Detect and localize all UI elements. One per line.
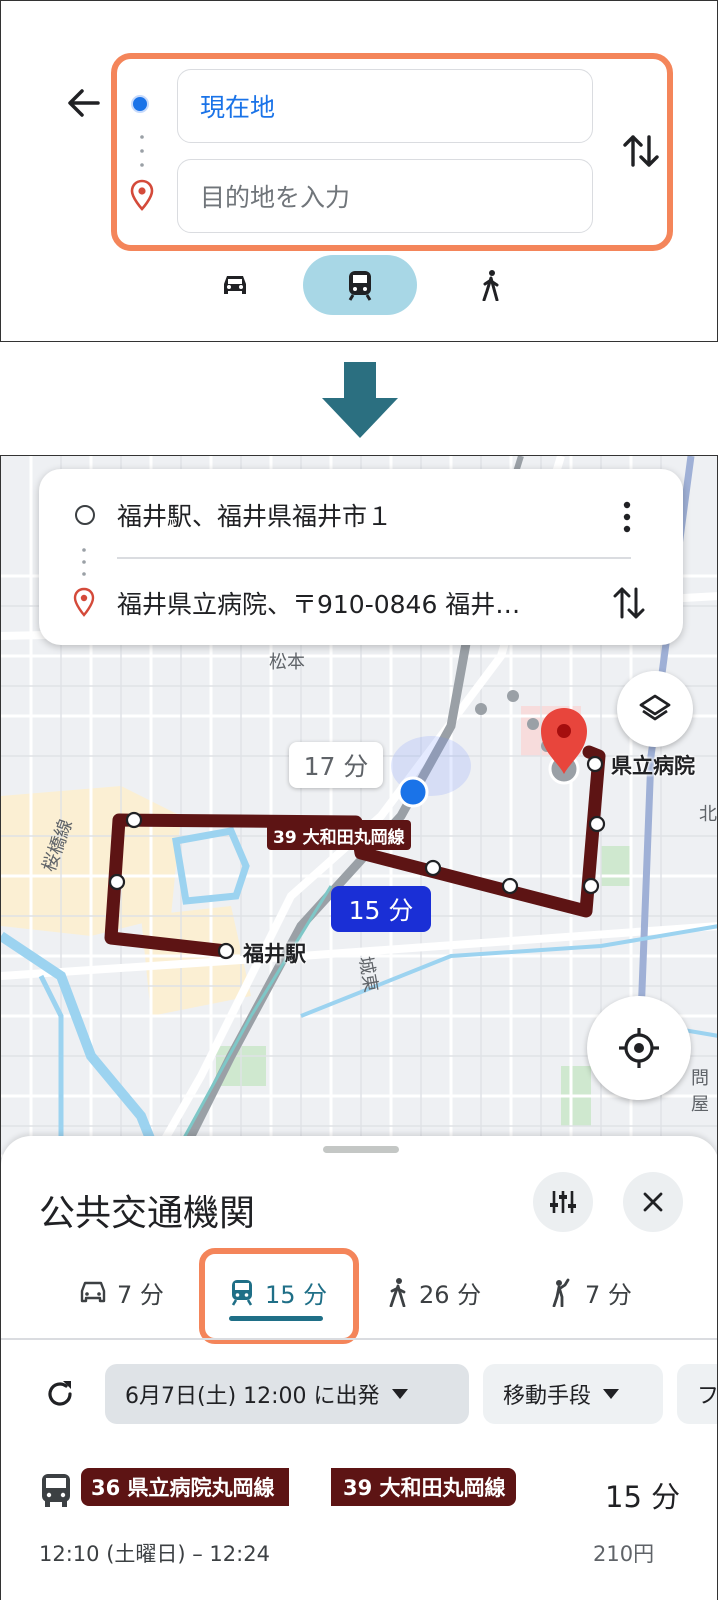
transit-result-screen: 松本 桜橋線 城東 北 問屋 県立病院 福井駅 17 分 15 分 39 大和田… [0,455,718,1600]
divider [1,1338,717,1340]
mode-walk-button[interactable] [471,265,511,305]
walk-icon [482,270,499,301]
tab-highlight-frame [199,1248,359,1344]
route-badge-map-text: 39 大和田丸岡線 [273,827,405,848]
swap-icon[interactable] [617,127,665,175]
origin-circle-icon [75,505,95,525]
swap-icon[interactable] [609,581,649,625]
train-icon [348,271,372,301]
departure-time-chip[interactable]: 6月7日(土) 12:00 に出発 [105,1364,469,1424]
route-tag-text: 36 県立病院丸岡線 [91,1476,275,1500]
mode-car-button[interactable] [213,265,257,305]
dropdown-arrow-icon [603,1389,620,1399]
origin-text[interactable]: 福井駅、福井県福井市１ [117,497,392,533]
walk-icon [389,1278,406,1307]
destination-text[interactable]: 福井県立病院、〒910-0846 福井… [117,585,520,621]
departure-time-text: 6月7日(土) 12:00 に出発 [125,1384,380,1409]
car-icon [80,1281,106,1303]
tab-ride[interactable]: 7 分 [549,1264,632,1320]
filter-options-button[interactable] [533,1172,593,1232]
stop-label-hospital: 県立病院 [611,754,695,778]
directions-input-panel: 現在地 目的地を入力 [0,0,718,342]
route-tag-text: 39 大和田丸岡線 [343,1476,506,1500]
layers-button[interactable] [617,671,693,747]
drag-handle[interactable] [323,1146,399,1153]
map-label-tonya: 問屋 [691,1068,709,1115]
route-tag[interactable]: 39 大和田丸岡線 [331,1468,516,1506]
input-highlight-frame [111,53,673,251]
itinerary-fare: 210円 [593,1542,655,1566]
mode-transit-button[interactable] [303,255,417,315]
bus-icon [42,1474,70,1507]
more-vert-icon[interactable] [613,499,641,535]
hail-icon [552,1278,570,1307]
alt-route-time-text: 17 分 [303,752,369,781]
route-badge-map: 39 大和田丸岡線 [267,820,411,850]
divider [117,557,631,559]
refresh-button[interactable] [35,1364,85,1424]
tab-walking[interactable]: 26 分 [387,1264,481,1320]
refresh-icon [48,1381,72,1406]
more-options-text: フ [697,1384,718,1409]
connector-dots-icon [82,548,86,576]
route-summary-card: 福井駅、福井県福井市１ 福井県立病院、〒910-0846 福井… [39,469,683,645]
tab-driving[interactable]: 7 分 [79,1264,164,1320]
selected-route-time-text: 15 分 [348,896,414,925]
selected-route-time-bubble[interactable]: 15 分 [331,886,431,932]
map-label-matsumoto: 松本 [269,652,305,673]
back-arrow-icon [68,89,100,117]
layers-icon [639,694,671,721]
tune-icon [550,1191,576,1213]
close-button[interactable] [623,1172,683,1232]
itinerary-time-range: 12:10 (土曜日) – 12:24 [39,1542,270,1566]
sheet-title: 公共交通機関 [39,1193,256,1234]
tab-driving-label: 7 分 [117,1280,164,1309]
my-location-icon [619,1028,659,1068]
close-icon [643,1192,663,1212]
my-location-button[interactable] [587,996,691,1100]
alt-route-time-bubble[interactable]: 17 分 [289,742,383,788]
destination-pin-icon [73,587,95,617]
transit-mode-chip[interactable]: 移動手段 [483,1364,663,1424]
bottom-sheet: 公共交通機関 7 分 15 分 26 分 7 分 6月7日(土) 12:00 に… [1,1136,718,1600]
down-arrow-icon [322,362,398,438]
more-options-chip[interactable]: フ [677,1364,718,1424]
map-label-kita: 北 [699,804,717,825]
stop-label-station: 福井駅 [243,942,306,966]
back-button[interactable] [63,83,103,123]
dropdown-arrow-icon [391,1389,408,1399]
transit-mode-text: 移動手段 [503,1384,592,1409]
tab-walking-label: 26 分 [419,1280,482,1309]
car-icon [224,276,246,294]
itinerary-duration: 15 分 [605,1480,681,1514]
route-tag[interactable]: 36 県立病院丸岡線 [81,1468,289,1506]
tab-ride-label: 7 分 [585,1280,632,1309]
